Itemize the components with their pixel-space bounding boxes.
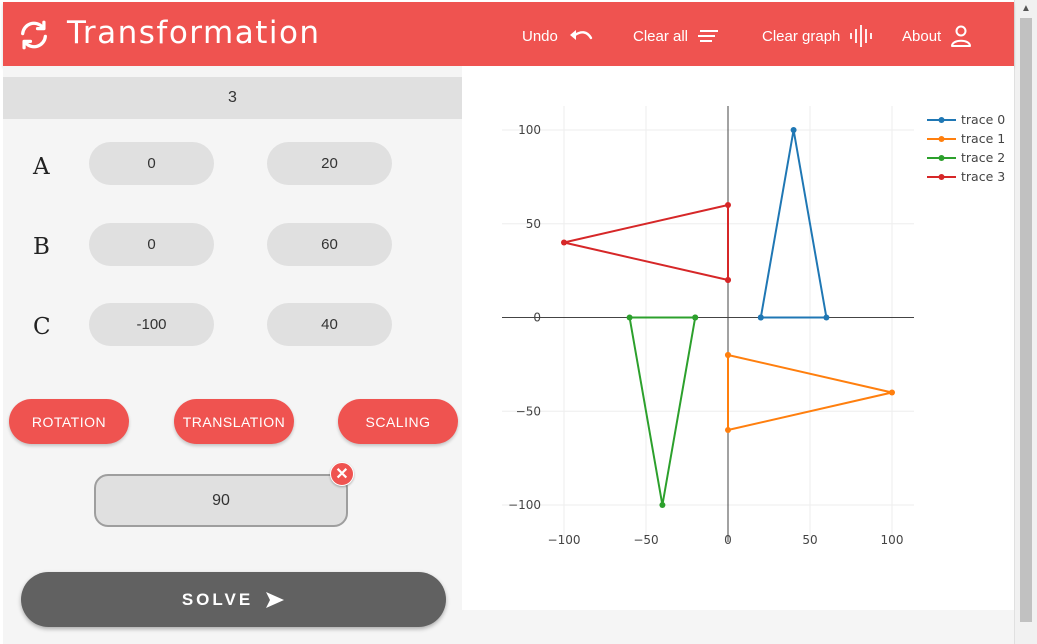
- point-b-y-value: 60: [321, 236, 338, 253]
- undo-icon: [569, 30, 593, 40]
- angle-input[interactable]: 90: [94, 474, 348, 527]
- clear-parameter-icon[interactable]: ✕: [330, 462, 354, 486]
- rotation-button[interactable]: ROTATION: [9, 399, 129, 444]
- trace-point: [659, 502, 666, 508]
- trace-point: [561, 239, 567, 246]
- x-tick-label: 50: [802, 533, 817, 547]
- points-count-field[interactable]: 3: [3, 77, 462, 119]
- app-header: Transformation Undo Clear all Clear grap…: [3, 2, 1014, 66]
- clear-graph-label: Clear graph: [762, 27, 841, 45]
- scrollbar-thumb[interactable]: [1020, 18, 1032, 622]
- trace-point: [626, 314, 633, 321]
- clear-all-label: Clear all: [633, 27, 689, 45]
- trace-point: [757, 314, 764, 321]
- solve-button[interactable]: SOLVE: [21, 572, 446, 627]
- point-a-x-input[interactable]: 0: [89, 142, 214, 185]
- point-a-y-input[interactable]: 20: [267, 142, 392, 185]
- trace-point: [823, 314, 830, 321]
- point-b-x-input[interactable]: 0: [89, 223, 214, 266]
- point-c-y-value: 40: [321, 316, 338, 333]
- legend-label: trace 0: [961, 112, 1005, 127]
- audio-wave-icon: [850, 25, 873, 47]
- x-tick-label: −100: [548, 533, 581, 547]
- point-a-label: A: [33, 154, 50, 180]
- legend-label: trace 3: [961, 169, 1005, 184]
- point-b-y-input[interactable]: 60: [267, 223, 392, 266]
- scrollbar[interactable]: ▲: [1014, 0, 1037, 644]
- send-icon: [266, 591, 285, 608]
- y-tick-label: −100: [508, 498, 541, 512]
- solve-label: SOLVE: [181, 589, 254, 609]
- input-panel: 3 A 0 20 B 0 60 C -100 40 ROTATION TRANS…: [3, 66, 462, 644]
- legend-label: trace 1: [961, 131, 1005, 146]
- point-b-x-value: 0: [147, 236, 156, 253]
- x-tick-label: 100: [881, 533, 904, 547]
- legend-marker: [938, 117, 945, 123]
- plot-svg[interactable]: −100 −50 0 50 100 100 50 0 −50 −100 trace 0 trace 1…: [462, 66, 1014, 610]
- clear-all-icon: [698, 30, 719, 42]
- clear-graph-button[interactable]: Clear graph: [762, 20, 874, 52]
- graph-area: −100 −50 0 50 100 100 50 0 −50 −100 trace 0 trace 1…: [462, 66, 1014, 610]
- y-tick-label: 0: [533, 311, 541, 325]
- y-tick-label: −50: [516, 404, 541, 418]
- scaling-button[interactable]: SCALING: [338, 399, 458, 444]
- point-a-y-value: 20: [321, 155, 338, 172]
- translation-button[interactable]: TRANSLATION: [174, 399, 294, 444]
- undo-label: Undo: [522, 27, 558, 45]
- y-tick-label: 50: [526, 217, 541, 231]
- trace-point: [725, 352, 731, 358]
- points-count-value: 3: [228, 89, 237, 106]
- angle-value: 90: [212, 491, 230, 509]
- about-button[interactable]: About: [902, 20, 973, 52]
- point-c-label: C: [33, 314, 51, 340]
- about-label: About: [902, 27, 942, 45]
- legend-marker: [938, 136, 945, 142]
- point-c-x-input[interactable]: -100: [89, 303, 214, 346]
- x-tick-label: 0: [724, 533, 732, 547]
- point-b-label: B: [33, 234, 50, 260]
- trace-point: [725, 202, 731, 208]
- point-c-y-input[interactable]: 40: [267, 303, 392, 346]
- x-tick-label: −50: [633, 533, 658, 547]
- trace-point: [790, 127, 797, 133]
- y-tick-label: 100: [518, 123, 541, 137]
- point-a-x-value: 0: [147, 155, 156, 172]
- trace-point: [692, 314, 699, 321]
- sync-icon: [21, 20, 47, 50]
- legend-marker: [938, 155, 945, 161]
- scroll-up-arrow-icon[interactable]: ▲: [1021, 3, 1031, 15]
- legend-label: trace 2: [961, 150, 1005, 165]
- trace-point: [889, 389, 895, 396]
- trace-point: [725, 427, 731, 433]
- graph-footer: [462, 610, 1014, 644]
- clear-all-button[interactable]: Clear all: [633, 20, 722, 52]
- user-icon: [951, 25, 972, 47]
- point-c-x-value: -100: [136, 316, 167, 333]
- legend-marker: [938, 174, 945, 180]
- trace-point: [725, 277, 731, 283]
- undo-button[interactable]: Undo: [522, 20, 594, 52]
- app-title: Transformation: [67, 15, 321, 51]
